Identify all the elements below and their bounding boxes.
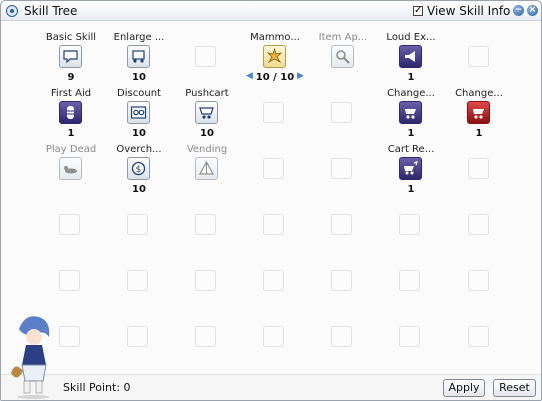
- minimize-button[interactable]: −: [513, 5, 524, 16]
- character-avatar: [9, 311, 57, 399]
- skill-name: Loud Ex...: [386, 32, 436, 43]
- empty-skill-slot: [195, 214, 216, 235]
- skill-name: First Aid: [50, 88, 92, 99]
- skill-name: Discount: [117, 88, 161, 99]
- speech-bubble-icon[interactable]: [59, 45, 82, 68]
- skill-change-cart-2[interactable]: Change... 1: [449, 77, 509, 139]
- empty-skill-slot: [468, 326, 489, 347]
- skill-point-label: Skill Point: 0: [63, 381, 131, 394]
- empty-skill-slot: [127, 214, 148, 235]
- empty-skill-slot: [263, 102, 284, 123]
- window-icon: [6, 5, 18, 17]
- empty-skill-slot: [59, 326, 80, 347]
- skill-change-cart[interactable]: Change... 1: [381, 77, 441, 139]
- skill-level: 1: [475, 128, 483, 139]
- empty-skill-slot: [59, 214, 80, 235]
- skill-vending[interactable]: Vending: [177, 133, 237, 193]
- vending-tent-icon[interactable]: [195, 157, 218, 180]
- title-bar[interactable]: Skill Tree ✓ View Skill Info − ×: [1, 1, 541, 21]
- close-button[interactable]: ×: [527, 5, 538, 16]
- skill-loud-exclamation[interactable]: Loud Ex... 1: [381, 21, 441, 83]
- empty-skill-slot: [331, 158, 352, 179]
- skill-pushcart[interactable]: Pushcart 10: [177, 77, 237, 139]
- skill-discount[interactable]: Discount 10: [109, 77, 169, 139]
- view-skill-info-checkbox[interactable]: ✓: [413, 6, 423, 16]
- skill-enlarge-weight[interactable]: Enlarge ... 10: [109, 21, 169, 83]
- empty-skill-slot: [468, 270, 489, 291]
- cart-revolution-icon[interactable]: [399, 157, 422, 180]
- empty-skill-slot: [263, 326, 284, 347]
- footer-bar: Skill Point: 0 Apply Reset: [1, 374, 541, 400]
- lying-figure-icon[interactable]: [59, 157, 82, 180]
- empty-skill-slot: [331, 102, 352, 123]
- skill-name: Basic Skill: [45, 32, 97, 43]
- skill-mammonite[interactable]: Mammo... ◀ 10 / 10 ▶: [245, 21, 305, 83]
- skill-level: 10: [132, 184, 146, 195]
- skill-name: Change...: [455, 88, 503, 99]
- skill-basic-skill[interactable]: Basic Skill 9: [41, 21, 101, 83]
- skill-name: Mammo...: [250, 32, 300, 43]
- skill-name: Play Dead: [45, 144, 97, 155]
- skill-first-aid[interactable]: First Aid 1: [41, 77, 101, 139]
- discount-tag-icon[interactable]: [127, 101, 150, 124]
- skill-play-dead[interactable]: Play Dead: [41, 133, 101, 193]
- skill-overcharge[interactable]: Overch... $ 10: [109, 133, 169, 195]
- cart-weight-icon[interactable]: [127, 45, 150, 68]
- empty-skill-slot: [468, 46, 489, 67]
- megaphone-icon[interactable]: [399, 45, 422, 68]
- empty-skill-slot: [263, 158, 284, 179]
- apply-button[interactable]: Apply: [443, 379, 485, 397]
- svg-text:$: $: [136, 165, 142, 175]
- empty-skill-slot: [331, 214, 352, 235]
- empty-skill-slot: [331, 326, 352, 347]
- empty-skill-slot: [399, 214, 420, 235]
- empty-skill-slot: [195, 326, 216, 347]
- empty-skill-slot: [59, 270, 80, 291]
- empty-skill-slot: [127, 270, 148, 291]
- empty-skill-slot: [399, 326, 420, 347]
- bandaged-hand-icon[interactable]: [59, 101, 82, 124]
- skill-name: Overch...: [116, 144, 162, 155]
- empty-skill-slot: [195, 46, 216, 67]
- empty-skill-slot: [127, 326, 148, 347]
- empty-skill-slot: [468, 214, 489, 235]
- skill-name: Vending: [186, 144, 228, 155]
- coin-icon[interactable]: $: [127, 157, 150, 180]
- empty-skill-slot: [468, 158, 489, 179]
- skill-name: Change...: [387, 88, 435, 99]
- reset-button[interactable]: Reset: [493, 379, 536, 397]
- skill-name: Item Ap...: [318, 32, 368, 43]
- mammonite-burst-icon[interactable]: [263, 45, 286, 68]
- skill-name: Enlarge ...: [113, 32, 165, 43]
- pushcart-icon[interactable]: [195, 101, 218, 124]
- window-title: Skill Tree: [24, 4, 78, 18]
- skill-item-appraisal[interactable]: Item Ap...: [313, 21, 373, 81]
- empty-skill-slot: [263, 270, 284, 291]
- skill-cart-revolution[interactable]: Cart Re... 1: [381, 133, 441, 195]
- empty-skill-slot: [399, 270, 420, 291]
- skill-name: Cart Re...: [387, 144, 435, 155]
- empty-skill-slot: [263, 214, 284, 235]
- skill-grid: Basic Skill 9 Enlarge ... 10 Mammo... ◀ …: [1, 21, 541, 374]
- skill-name: Pushcart: [185, 88, 229, 99]
- empty-skill-slot: [195, 270, 216, 291]
- change-cart-icon[interactable]: [399, 101, 422, 124]
- skill-level: 10 / 10: [255, 72, 295, 83]
- view-skill-info-label[interactable]: View Skill Info: [427, 4, 510, 18]
- skill-level: 1: [407, 184, 415, 195]
- skill-tree-window: Skill Tree ✓ View Skill Info − × Basic S…: [0, 0, 542, 401]
- empty-skill-slot: [331, 270, 352, 291]
- magnifier-icon[interactable]: [331, 45, 354, 68]
- increase-level-arrow[interactable]: ▶: [297, 71, 304, 81]
- red-cart-icon[interactable]: [467, 101, 490, 124]
